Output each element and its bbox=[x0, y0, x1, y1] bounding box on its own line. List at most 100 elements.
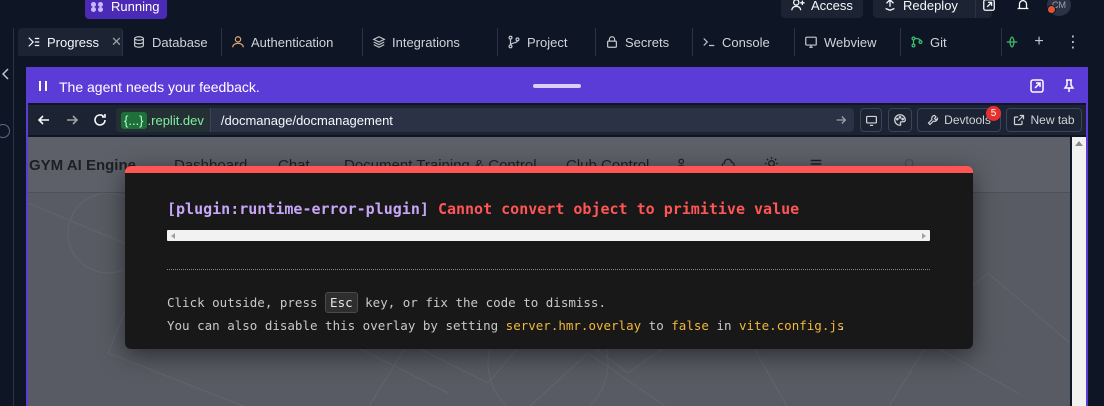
open-deployment-button[interactable] bbox=[975, 0, 1001, 18]
error-divider bbox=[167, 269, 930, 270]
device-preview-button[interactable] bbox=[860, 108, 882, 132]
feedback-message: The agent needs your feedback. bbox=[59, 79, 260, 95]
tab-label: Database bbox=[152, 34, 208, 50]
esc-key: Esc bbox=[325, 292, 358, 313]
domain-suffix: .replit.dev bbox=[147, 112, 204, 128]
tab-label: Integrations bbox=[392, 34, 460, 50]
dismiss-tip: Click outside, press Esc key, or fix the… bbox=[167, 292, 606, 313]
domain-braces: {...} bbox=[121, 111, 147, 129]
external-link-icon[interactable] bbox=[1029, 78, 1045, 94]
notifications-button[interactable] bbox=[1010, 0, 1036, 18]
error-plugin-name: [plugin:runtime-error-plugin] bbox=[167, 200, 429, 218]
new-tab-button[interactable]: + bbox=[1022, 28, 1056, 56]
tip-text: Click outside, press bbox=[167, 295, 318, 310]
devtools-label: Devtools bbox=[944, 113, 991, 127]
access-label: Access bbox=[811, 0, 853, 13]
lock-icon bbox=[607, 36, 617, 48]
branch-icon bbox=[508, 35, 520, 49]
tip-text: key, or fix the code to dismiss. bbox=[365, 295, 606, 310]
git-icon bbox=[911, 36, 923, 48]
running-icon bbox=[91, 1, 105, 12]
browser-toolbar: {...} .replit.dev /docmanage/docmanagemen… bbox=[28, 105, 1086, 135]
tab-label: Git bbox=[930, 34, 947, 50]
scroll-right-icon[interactable] bbox=[922, 233, 926, 239]
left-rail bbox=[0, 28, 14, 406]
replit-workspace: Running Access Redeploy CM Progress ✕ Da… bbox=[0, 0, 1104, 406]
drag-handle[interactable] bbox=[533, 84, 581, 88]
url-field[interactable]: {...} .replit.dev /docmanage/docmanagemen… bbox=[116, 108, 854, 132]
error-overlay[interactable]: [plugin:runtime-error-plugin] Cannot con… bbox=[125, 166, 973, 349]
error-code-frame[interactable] bbox=[167, 230, 930, 241]
tab-label: Progress bbox=[47, 34, 100, 50]
tip-text: in bbox=[716, 318, 732, 333]
scroll-left-icon[interactable] bbox=[171, 233, 175, 239]
tab-database[interactable]: Database bbox=[123, 28, 222, 56]
config-key: server.hmr.overlay bbox=[505, 318, 642, 333]
tip-text: . bbox=[838, 318, 846, 333]
config-file: vite.config.js bbox=[739, 318, 845, 333]
chevron-left-icon[interactable] bbox=[2, 68, 10, 80]
new-tab-label: New tab bbox=[1030, 113, 1075, 127]
url-domain: {...} .replit.dev bbox=[116, 108, 211, 132]
theme-button[interactable] bbox=[888, 108, 912, 132]
close-icon[interactable]: ✕ bbox=[111, 34, 122, 50]
pause-icon[interactable] bbox=[39, 81, 47, 91]
tab-label: Authentication bbox=[251, 34, 334, 50]
run-status-label: Running bbox=[111, 0, 160, 14]
layers-icon bbox=[372, 36, 386, 48]
deploy-icon bbox=[885, 0, 895, 11]
access-button[interactable]: Access bbox=[781, 0, 863, 18]
avatar[interactable]: CM bbox=[1047, 0, 1071, 16]
tab-project[interactable]: Project bbox=[498, 28, 596, 56]
devtools-error-badge: 5 bbox=[986, 106, 1001, 121]
tip-text: to bbox=[648, 318, 664, 333]
go-arrow-icon[interactable] bbox=[834, 113, 848, 127]
monitor-icon bbox=[865, 115, 877, 126]
top-header: Running Access Redeploy CM bbox=[0, 0, 1104, 22]
url-path: /docmanage/docmanagement bbox=[220, 112, 393, 128]
run-status-button[interactable]: Running bbox=[85, 0, 168, 19]
progress-icon bbox=[28, 37, 40, 47]
tab-actions: + ⋮ bbox=[1002, 28, 1090, 56]
monitor-icon bbox=[805, 36, 817, 48]
error-title: [plugin:runtime-error-plugin] Cannot con… bbox=[167, 200, 799, 218]
overflow-tab-icon[interactable] bbox=[1002, 28, 1022, 56]
external-link-icon bbox=[982, 0, 995, 11]
pin-icon[interactable] bbox=[1061, 78, 1077, 94]
tab-git[interactable]: Git bbox=[901, 28, 1002, 56]
wrench-icon bbox=[927, 114, 939, 126]
redeploy-label: Redeploy bbox=[903, 0, 958, 13]
tab-label: Secrets bbox=[625, 34, 670, 50]
bell-icon bbox=[1017, 0, 1029, 10]
palette-icon bbox=[894, 114, 906, 126]
site-brand: GYM AI Engine bbox=[29, 157, 136, 174]
feedback-bar: The agent needs your feedback. bbox=[28, 69, 1086, 103]
database-icon bbox=[134, 36, 144, 48]
new-tab-button[interactable]: New tab bbox=[1006, 108, 1082, 132]
back-icon[interactable] bbox=[36, 112, 52, 128]
avatar-status-dot bbox=[1047, 5, 1056, 14]
config-value: false bbox=[671, 318, 709, 333]
more-options-button[interactable]: ⋮ bbox=[1056, 28, 1090, 56]
tip-text: You can also disable this overlay by set… bbox=[167, 318, 499, 333]
tab-label: Project bbox=[527, 34, 568, 50]
terminal-icon bbox=[703, 38, 715, 47]
scroll-up-icon[interactable] bbox=[1075, 141, 1083, 146]
tab-label: Webview bbox=[824, 34, 877, 50]
tab-webview[interactable]: Webview bbox=[795, 28, 901, 56]
tab-console[interactable]: Console bbox=[693, 28, 795, 56]
tab-integrations[interactable]: Integrations bbox=[363, 28, 498, 56]
external-link-icon bbox=[1014, 114, 1025, 126]
pane-tabs: Progress ✕ Database Authentication Integ… bbox=[18, 28, 1104, 56]
user-icon bbox=[232, 36, 244, 48]
tab-authentication[interactable]: Authentication bbox=[222, 28, 363, 56]
tab-secrets[interactable]: Secrets bbox=[596, 28, 693, 56]
error-message: Cannot convert object to primitive value bbox=[437, 200, 800, 218]
tab-progress[interactable]: Progress ✕ bbox=[18, 28, 123, 56]
tab-label: Console bbox=[722, 34, 770, 50]
disable-tip: You can also disable this overlay by set… bbox=[167, 318, 846, 333]
refresh-icon[interactable] bbox=[92, 112, 108, 128]
forward-icon[interactable] bbox=[64, 112, 80, 128]
add-user-icon bbox=[791, 0, 805, 11]
viewport-scrollbar[interactable] bbox=[1072, 137, 1086, 406]
